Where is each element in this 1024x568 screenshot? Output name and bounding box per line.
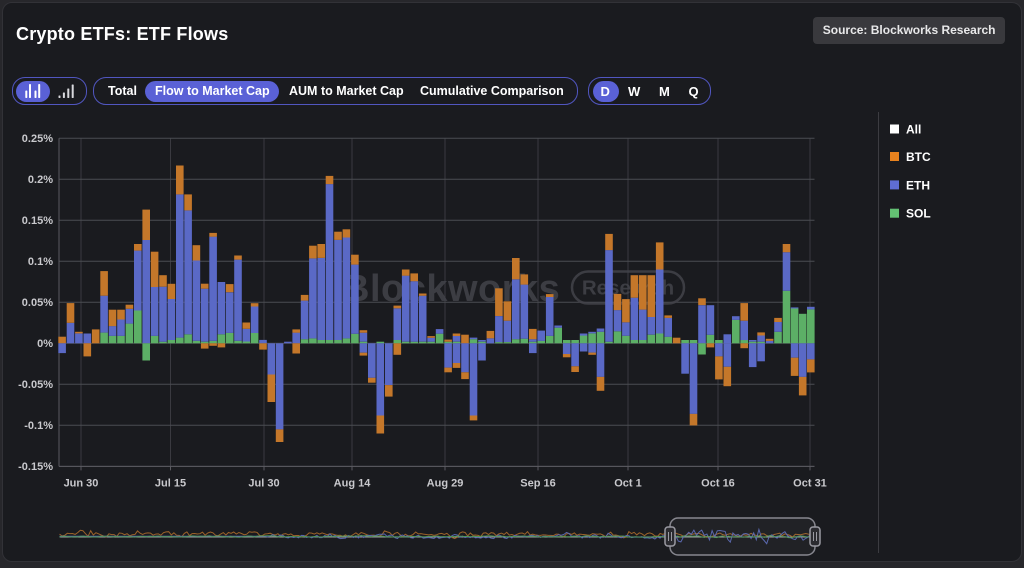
svg-text:-0.05%: -0.05% [18,379,53,391]
svg-text:Oct 1: Oct 1 [614,478,642,490]
svg-text:0.15%: 0.15% [22,215,53,227]
svg-text:0.05%: 0.05% [22,297,53,309]
svg-text:-0.1%: -0.1% [24,420,53,432]
svg-text:Jul 15: Jul 15 [155,478,186,490]
svg-text:Aug 29: Aug 29 [427,478,464,490]
svg-text:0%: 0% [37,338,53,350]
svg-text:0.2%: 0.2% [28,174,53,186]
svg-text:Jul 30: Jul 30 [248,478,279,490]
svg-text:Sep 16: Sep 16 [520,478,555,490]
svg-text:Oct 16: Oct 16 [701,478,735,490]
svg-text:SOL: SOL [906,207,931,221]
svg-text:Aug 14: Aug 14 [334,478,372,490]
svg-text:BTC: BTC [906,150,931,164]
svg-text:Oct 31: Oct 31 [793,478,827,490]
svg-text:0.1%: 0.1% [28,256,53,268]
svg-text:All: All [906,122,921,136]
svg-text:-0.15%: -0.15% [18,461,53,473]
svg-text:Jun 30: Jun 30 [64,478,99,490]
svg-text:ETH: ETH [906,178,930,192]
svg-text:0.25%: 0.25% [22,133,53,145]
